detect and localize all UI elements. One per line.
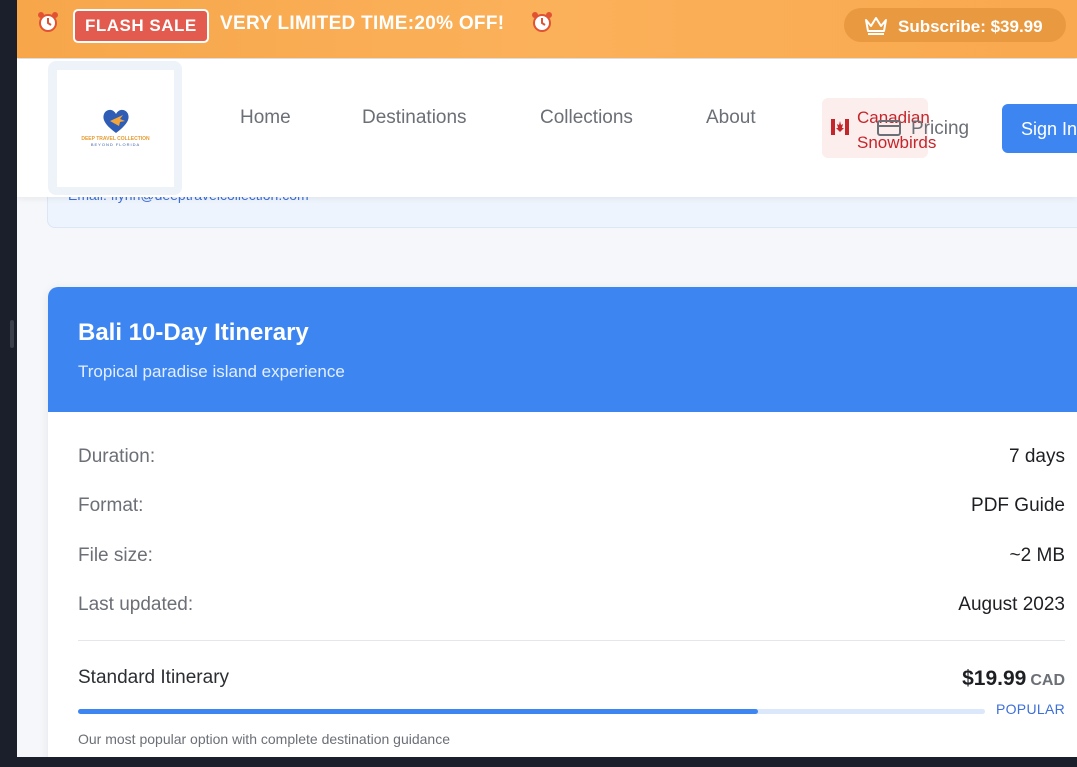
maple-leaf-icon	[831, 119, 849, 140]
logo-link[interactable]: DEEP TRAVEL COLLECTION BEYOND FLORIDA	[48, 61, 182, 195]
itinerary-subtitle: Tropical paradise island experience	[78, 362, 345, 381]
popularity-bar-fill	[78, 709, 759, 714]
logo-tagline: BEYOND FLORIDA	[90, 142, 141, 147]
itinerary-header: Bali 10-Day Itinerary Tropical paradise …	[48, 287, 1077, 412]
popular-badge: POPULAR	[995, 701, 1065, 717]
promo-text: VERY LIMITED TIME:20% OFF!	[220, 13, 505, 34]
window-bottom-bar	[0, 757, 1077, 767]
alarm-clock-icon	[531, 11, 553, 39]
sign-in-label: Sign In	[1021, 119, 1077, 139]
plan-currency: CAD	[1030, 672, 1065, 689]
plan-price: $19.99 CAD	[962, 667, 1065, 691]
plan-price-amount: $19.99	[962, 667, 1027, 690]
detail-value: PDF Guide	[971, 495, 1065, 516]
detail-value: ~2 MB	[1009, 545, 1065, 566]
subscribe-label: Subscribe: $39.99	[898, 17, 1043, 36]
detail-value: August 2023	[958, 594, 1065, 615]
detail-key: Last updated:	[78, 594, 194, 615]
nav-pricing[interactable]: Pricing	[911, 118, 969, 140]
nav-home[interactable]: Home	[240, 107, 291, 129]
main-navigation: DEEP TRAVEL COLLECTION BEYOND FLORIDA Ho…	[17, 59, 1077, 197]
nav-destinations[interactable]: Destinations	[362, 107, 467, 129]
detail-key: Format:	[78, 495, 144, 516]
flash-sale-banner: FLASH SALE VERY LIMITED TIME:20% OFF! Su…	[17, 0, 1077, 58]
sign-in-button[interactable]: Sign In	[1002, 104, 1077, 153]
detail-value: 7 days	[1009, 446, 1065, 467]
flash-sale-badge: FLASH SALE	[73, 9, 209, 43]
subscribe-button[interactable]: Subscribe: $39.99	[844, 8, 1066, 42]
divider	[78, 640, 1065, 641]
plan-description: Our most popular option with complete de…	[78, 731, 450, 747]
detail-key: File size:	[78, 545, 153, 566]
browser-viewport: FLASH SALE VERY LIMITED TIME:20% OFF! Su…	[17, 0, 1077, 757]
itinerary-card: Bali 10-Day Itinerary Tropical paradise …	[48, 287, 1077, 757]
nav-collections[interactable]: Collections	[540, 107, 633, 129]
window-resize-handle[interactable]	[10, 320, 14, 348]
detail-key: Duration:	[78, 446, 156, 467]
heart-plane-icon	[103, 109, 129, 133]
popularity-bar	[78, 709, 985, 714]
logo: DEEP TRAVEL COLLECTION BEYOND FLORIDA	[57, 70, 174, 187]
alarm-clock-icon	[37, 11, 59, 39]
itinerary-title: Bali 10-Day Itinerary	[78, 319, 309, 346]
credit-card-icon	[877, 118, 901, 143]
plan-name: Standard Itinerary	[78, 667, 230, 688]
nav-about[interactable]: About	[706, 107, 756, 129]
crown-icon	[864, 15, 888, 40]
